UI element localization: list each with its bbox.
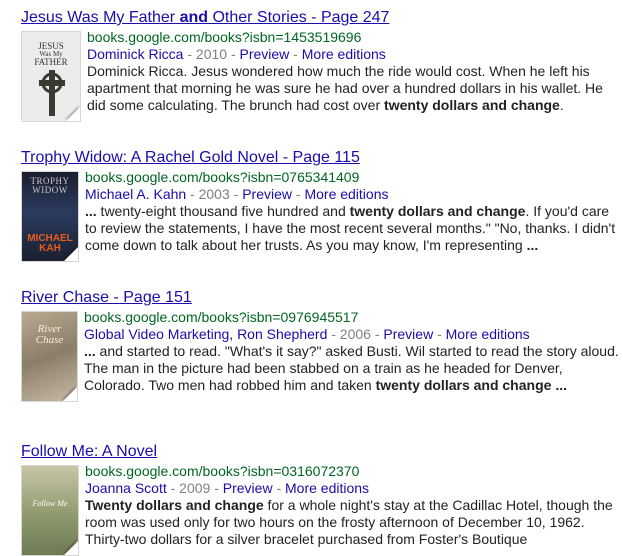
search-result: River Chase - Page 151 River Chase books… <box>21 288 621 402</box>
search-result: Jesus Was My Father and Other Stories - … <box>21 8 621 122</box>
book-cover-thumbnail[interactable]: TROPHY WIDOW MICHAEL KAH <box>21 171 79 262</box>
result-meta: Joanna Scott - 2009 - Preview - More edi… <box>85 480 621 497</box>
search-result: Trophy Widow: A Rachel Gold Novel - Page… <box>21 148 621 262</box>
page-curl <box>63 387 77 401</box>
result-snippet: ... and started to read. "What's it say?… <box>84 343 619 393</box>
publish-year: - 2003 - <box>186 186 243 202</box>
result-url: books.google.com/books?isbn=0765341409 <box>85 169 360 185</box>
result-title-link[interactable]: River Chase - Page 151 <box>21 288 621 307</box>
preview-link[interactable]: Preview <box>223 480 273 496</box>
result-snippet: Dominick Ricca. Jesus wondered how much … <box>87 63 603 113</box>
result-title-link[interactable]: Jesus Was My Father and Other Stories - … <box>21 8 621 27</box>
author-link[interactable]: Joanna Scott <box>85 480 167 496</box>
author-link[interactable]: Ron Shepherd <box>237 326 327 342</box>
page-curl <box>64 247 78 261</box>
cover-title: Follow Me <box>32 499 68 508</box>
result-meta: Dominick Ricca - 2010 - Preview - More e… <box>87 46 621 63</box>
search-result: Follow Me: A Novel Follow Me books.googl… <box>21 442 621 556</box>
title-text: Other Stories - Page 247 <box>208 9 390 26</box>
result-info: books.google.com/books?isbn=0316072370 J… <box>85 463 621 556</box>
page-curl <box>66 107 80 121</box>
result-meta: Michael A. Kahn - 2003 - Preview - More … <box>85 186 621 203</box>
author-link[interactable]: Dominick Ricca <box>87 46 183 62</box>
title-bold-text: and <box>179 9 209 26</box>
result-title-link[interactable]: Trophy Widow: A Rachel Gold Novel - Page… <box>21 148 621 167</box>
result-snippet: Twenty dollars and change for a whole ni… <box>85 497 613 547</box>
result-url: books.google.com/books?isbn=0976945517 <box>84 309 359 325</box>
result-snippet: ... twenty-eight thousand five hundred a… <box>85 203 616 253</box>
result-info: books.google.com/books?isbn=0976945517 G… <box>84 309 621 402</box>
book-cover-thumbnail[interactable]: River Chase <box>21 311 78 402</box>
snippet-highlight: Twenty dollars and change <box>85 497 264 513</box>
more-editions-link[interactable]: More editions <box>302 46 386 62</box>
author-link[interactable]: Global Video Marketing <box>84 326 229 342</box>
publish-year: - 2010 - <box>183 46 240 62</box>
result-title-link[interactable]: Follow Me: A Novel <box>21 442 621 461</box>
snippet-highlight: twenty dollars and change <box>349 203 526 219</box>
preview-link[interactable]: Preview <box>383 326 433 342</box>
separator: - <box>292 186 305 202</box>
result-url: books.google.com/books?isbn=1453519696 <box>87 29 362 45</box>
publish-year: - 2006 - <box>327 326 384 342</box>
more-editions-link[interactable]: More editions <box>285 480 369 496</box>
result-url: books.google.com/books?isbn=0316072370 <box>85 463 360 479</box>
result-meta: Global Video Marketing, Ron Shepherd - 2… <box>84 326 621 343</box>
separator: - <box>289 46 302 62</box>
separator: - <box>433 326 446 342</box>
title-text: Jesus Was My Father <box>21 9 180 26</box>
book-cover-thumbnail[interactable]: JESUS Was My FATHER <box>21 31 81 122</box>
publish-year: - 2009 - <box>166 480 223 496</box>
more-editions-link[interactable]: More editions <box>304 186 388 202</box>
author-separator: , <box>229 326 238 342</box>
snippet-highlight: twenty dollars and change <box>384 97 560 113</box>
snippet-highlight: twenty dollars and change <box>375 377 552 393</box>
page-curl <box>64 541 78 555</box>
separator: - <box>272 480 286 496</box>
cover-title: River Chase <box>35 323 64 346</box>
result-info: books.google.com/books?isbn=1453519696 D… <box>87 29 621 122</box>
result-info: books.google.com/books?isbn=0765341409 M… <box>85 169 621 262</box>
book-cover-thumbnail[interactable]: Follow Me <box>21 465 79 556</box>
author-link[interactable]: Michael A. Kahn <box>85 186 186 202</box>
cover-title: TROPHY WIDOW <box>30 176 70 195</box>
more-editions-link[interactable]: More editions <box>446 326 530 342</box>
preview-link[interactable]: Preview <box>242 186 292 202</box>
preview-link[interactable]: Preview <box>240 46 290 62</box>
